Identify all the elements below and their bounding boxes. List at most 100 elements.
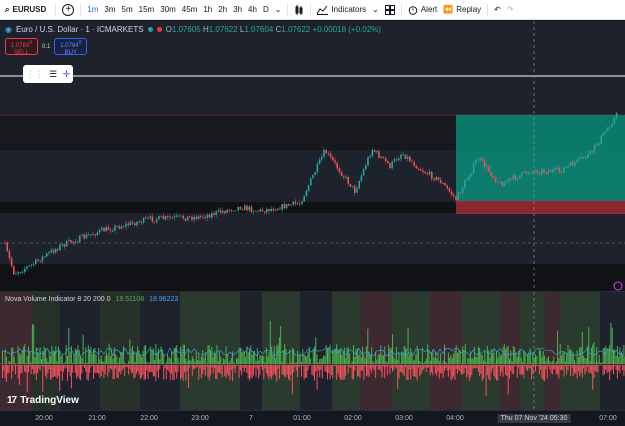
volume-up-bar [281,361,283,364]
candle-body [578,157,580,160]
volume-up-bar [91,354,93,364]
timeframe-1h[interactable]: 1h [200,2,215,18]
price-chart-canvas[interactable] [0,21,625,291]
indicator-value-1: 19.51108 [115,296,145,303]
volume-up-bar [67,355,68,364]
compare-symbol-button[interactable]: + [59,2,77,18]
volume-indicator-canvas[interactable] [0,292,625,410]
candle-body [52,250,55,253]
candle-body [611,124,613,128]
tradingview-logo[interactable]: 17 TradingView [7,395,79,406]
volume-down-bar [72,365,74,373]
candle-body [457,192,459,200]
chart-type-button[interactable] [291,2,307,18]
volume-up-bar [94,347,96,364]
volume-down-bar [28,365,29,373]
volume-up-bar [514,347,516,364]
volume-up-bar [477,346,479,364]
volume-down-bar [191,365,193,376]
volume-down-bar [225,365,227,379]
drag-handle-icon[interactable]: ⋮⋮ [26,69,44,80]
horizontal-lines-icon[interactable]: ☰ [49,69,57,80]
volume-up-bar [100,355,102,364]
main-chart[interactable]: ◉ Euro / U.S. Dollar · 1 · ICMARKETS O1.… [0,21,625,291]
timeframe-15m[interactable]: 15m [136,2,158,18]
volume-up-bar [379,354,380,364]
timeframe-45m[interactable]: 45m [179,2,201,18]
timeframe-3m[interactable]: 3m [101,2,118,18]
volume-down-bar [168,365,170,372]
volume-down-bar [187,365,189,388]
volume-down-bar [264,365,266,369]
volume-up-bar [323,355,325,364]
volume-up-bar [39,347,41,364]
volume-up-bar [541,356,543,364]
candle-body [512,175,514,179]
indicator-pane[interactable]: Nova Volume Indicator 8 20 200 0 19.5110… [0,292,625,410]
volume-up-bar [202,349,204,364]
volume-up-bar [343,347,345,364]
volume-down-bar [338,365,340,378]
volume-up-bar [306,356,308,364]
volume-up-bar [112,358,114,364]
volume-up-bar [419,360,421,364]
volume-up-bar [533,357,535,364]
volume-up-bar [382,355,384,364]
volume-down-bar [61,365,63,381]
volume-up-bar [405,347,406,364]
volume-down-bar [155,365,157,381]
candle-body [607,128,609,132]
volume-down-bar [43,365,45,368]
symbol-search[interactable]: ⌕ EURUSD [0,0,52,19]
replay-button[interactable]: ⏪ Replay [440,2,484,18]
indicators-dropdown[interactable]: ⌄ [369,2,382,18]
candle-body [602,132,605,136]
volume-down-bar [502,365,504,377]
volume-down-bar [549,365,551,370]
candle-body [543,169,545,173]
timeframe-5m[interactable]: 5m [119,2,136,18]
indicators-button[interactable]: Indicators [314,2,369,18]
volume-up-bar [282,350,284,364]
chevron-down-icon: ⌄ [372,5,379,14]
volume-down-bar [567,365,569,370]
timeframe-4h[interactable]: 4h [245,2,260,18]
candle-body [156,219,158,222]
candle-body [68,240,70,241]
crosshair-icon[interactable]: ✛ [63,69,71,80]
volume-down-bar [590,365,592,374]
volume-up-bar [134,361,136,364]
volume-down-bar [116,365,118,378]
volume-down-bar [291,365,293,395]
volume-down-bar [393,365,395,370]
timeframe-30m[interactable]: 30m [157,2,179,18]
volume-down-bar [317,365,319,370]
volume-up-bar [622,353,624,364]
timeframe-d[interactable]: D [260,2,272,18]
candle-body [208,214,211,218]
timeframe-3h[interactable]: 3h [230,2,245,18]
volume-down-bar [298,365,300,368]
candle-body [54,249,57,253]
volume-down-bar [219,365,221,373]
volume-up-bar [512,346,514,364]
legend-title: Euro / U.S. Dollar · 1 · ICMARKETS [15,25,144,34]
volume-down-bar [46,365,48,379]
undo-button[interactable]: ↶ [491,2,504,18]
volume-down-bar [4,365,6,379]
divider [287,3,289,16]
sell-button[interactable]: 1.07839 SELL [5,38,38,56]
redo-button[interactable]: ↷ [504,2,517,18]
volume-down-bar [334,365,336,367]
candle-body [354,185,356,193]
volume-up-bar [447,352,449,364]
time-axis[interactable]: 20:00 21:00 22:00 23:00 7 01:00 02:00 03… [0,410,625,426]
timeframe-1m[interactable]: 1m [84,2,101,18]
alert-button[interactable]: Alert [405,2,440,18]
layouts-button[interactable] [382,2,398,18]
volume-down-bar [507,365,509,395]
buy-button[interactable]: 1.07840 BUY [54,38,88,56]
timeframe-2h[interactable]: 2h [215,2,230,18]
timeframe-dropdown[interactable]: ⌄ [272,2,285,18]
candle-body [433,178,435,181]
